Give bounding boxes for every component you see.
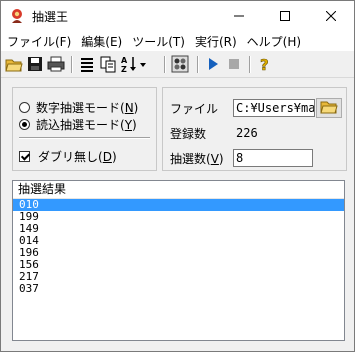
menu-tools[interactable]: ツール(T) [128,33,189,50]
file-path-field[interactable]: C:¥Users¥ma [233,99,315,117]
results-rows: 010 199 149 014 196 156 217 037 [13,199,344,295]
browse-button[interactable] [316,98,342,118]
maximize-button[interactable] [262,1,308,31]
toolbar: AZ ? [1,52,354,78]
main-window: 抽選王 ファイル(F) 編集(E) ツール(T) 実行(R) ヘルプ(H) A … [0,0,355,352]
svg-text:?: ? [260,56,269,73]
dropdown-arrow-icon[interactable] [138,55,148,73]
count-value: 226 [233,124,313,142]
list-item-selected[interactable]: 010 [13,199,344,211]
open-folder-icon[interactable] [5,55,23,73]
list-item[interactable]: 196 [13,247,344,259]
list-item[interactable]: 217 [13,271,344,283]
radio-circle[interactable] [19,102,30,113]
app-icon [8,7,26,25]
draw-count-label: 抽選数(V) [170,152,224,166]
play-icon[interactable] [204,55,222,73]
menu-run[interactable]: 実行(R) [191,33,241,50]
title-bar: 抽選王 [1,1,354,31]
list-item[interactable]: 014 [13,235,344,247]
draw-count-field[interactable]: 8 [233,149,313,167]
read-mode-radio[interactable]: 読込抽選モード(Y) [19,116,137,133]
checkbox-box[interactable] [19,151,30,162]
toolbar-separator [164,56,166,73]
list-item[interactable]: 149 [13,223,344,235]
group-divider [19,137,150,139]
menu-edit[interactable]: 編集(E) [77,33,126,50]
window-title: 抽選王 [32,10,69,24]
print-icon[interactable] [47,55,65,73]
save-icon[interactable] [26,55,44,73]
list-icon[interactable] [78,55,96,73]
menu-help[interactable]: ヘルプ(H) [243,33,305,50]
list-item[interactable]: 156 [13,259,344,271]
count-label: 登録数 [170,127,207,141]
results-header[interactable]: 抽選結果 [13,181,344,199]
radio-circle-selected[interactable] [19,119,30,130]
mode-group: 数字抽選モード(N) 読込抽選モード(Y) ダブリ無し(D) [12,87,157,171]
no-duplicate-checkbox[interactable]: ダブリ無し(D) [19,148,117,165]
toolbar-separator [249,56,251,73]
read-mode-label: 読込抽選モード(Y) [36,118,137,132]
number-mode-radio[interactable]: 数字抽選モード(N) [19,99,138,116]
no-duplicate-label: ダブリ無し(D) [38,150,117,164]
lottery-icon[interactable] [171,55,189,73]
list-item[interactable]: 037 [13,283,344,295]
toolbar-separator [197,56,199,73]
menu-bar: ファイル(F) 編集(E) ツール(T) 実行(R) ヘルプ(H) [1,31,354,51]
results-list[interactable]: 抽選結果 010 199 149 014 196 156 217 037 [12,180,345,341]
svg-text:Z: Z [121,65,127,73]
toolbar-separator [71,56,73,73]
info-group: ファイル C:¥Users¥ma 登録数 226 抽選数(V) 8 [162,87,347,171]
list-item[interactable]: 199 [13,211,344,223]
sort-icon[interactable]: AZ [120,55,138,74]
file-label: ファイル [170,102,219,116]
stop-icon[interactable] [225,55,243,73]
menu-file[interactable]: ファイル(F) [3,33,75,50]
help-icon[interactable]: ? [256,55,274,75]
minimize-button[interactable] [216,1,262,31]
close-button[interactable] [308,1,354,31]
svg-text:A: A [121,56,128,65]
number-mode-label: 数字抽選モード(N) [36,101,139,115]
open-folder-icon [320,99,338,118]
copy-icon[interactable] [99,55,117,73]
